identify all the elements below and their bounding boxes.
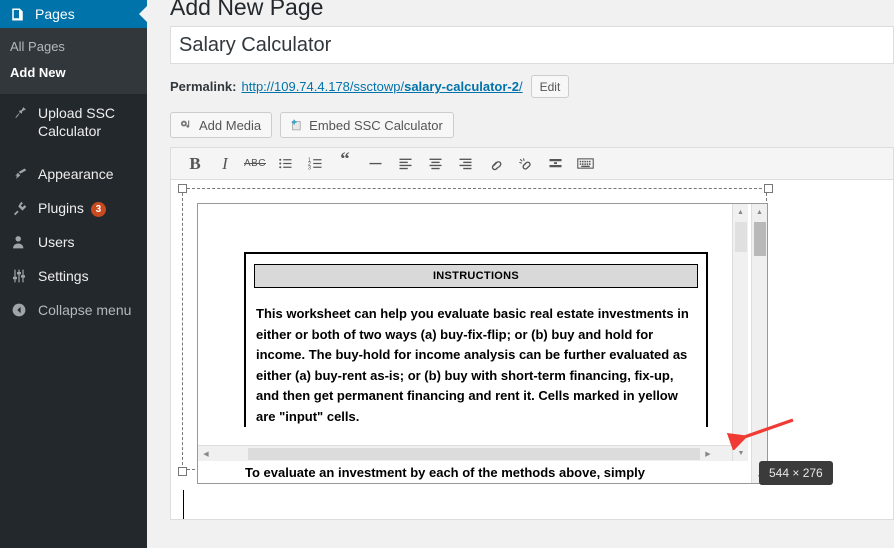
sidebar-item-upload-ssc-calculator[interactable]: Upload SSC Calculator [0, 94, 147, 148]
scroll-right-arrow-icon[interactable]: ▶ [700, 450, 716, 458]
annotation-arrow-icon [723, 416, 798, 450]
bold-icon[interactable]: B [180, 150, 210, 178]
sidebar-item-label: Appearance [38, 166, 114, 182]
sidebar-item-collapse-menu[interactable]: Collapse menu [0, 293, 147, 327]
svg-text:3: 3 [308, 166, 311, 172]
sidebar-item-label: Settings [38, 268, 89, 284]
instructions-box: INSTRUCTIONS This worksheet can help you… [244, 252, 708, 427]
resize-handle-top-right[interactable] [764, 184, 773, 193]
sidebar-item-label: Collapse menu [38, 302, 132, 318]
permalink-row: Permalink: http://109.74.4.178/ssctowp/s… [147, 64, 894, 98]
resize-handle-bottom-left[interactable] [178, 467, 187, 476]
resize-handle-top-left[interactable] [178, 184, 187, 193]
sidebar-item-label: Users [38, 234, 75, 250]
align-right-icon[interactable] [450, 150, 480, 178]
blockquote-icon[interactable]: “ [330, 150, 360, 178]
pin-icon [9, 105, 29, 122]
title-field-wrapper [147, 26, 894, 64]
remove-link-icon[interactable] [510, 150, 540, 178]
sidebar-item-pages[interactable]: Pages [0, 0, 147, 28]
permalink-slug: salary-calculator-2 [404, 79, 519, 94]
sliders-icon [9, 268, 29, 284]
embed-ssc-calculator-button[interactable]: Embed SSC Calculator [280, 112, 454, 138]
permalink-label: Permalink: [170, 79, 237, 94]
frame-scroll-up-arrow-icon[interactable]: ▲ [752, 204, 767, 220]
instructions-header: INSTRUCTIONS [254, 264, 698, 288]
collapse-arrow-icon [9, 302, 29, 318]
sidebar-item-appearance[interactable]: Appearance [0, 157, 147, 191]
editor-toolbar: B I ABC 123 “ [170, 147, 894, 180]
sidebar-item-settings[interactable]: Settings [0, 259, 147, 293]
embedded-document: INSTRUCTIONS This worksheet can help you… [198, 204, 732, 461]
admin-sidebar: Pages All Pages Add New Upload SSC Calcu… [0, 0, 147, 548]
media-buttons-row: Add Media Embed SSC Calculator [147, 98, 894, 138]
document-page: INSTRUCTIONS This worksheet can help you… [244, 252, 714, 427]
vertical-scroll-thumb[interactable] [735, 222, 747, 252]
sidebar-item-label: Upload SSC Calculator [38, 105, 116, 139]
sidebar-item-plugins[interactable]: Plugins 3 [0, 191, 147, 225]
paintbrush-icon [9, 166, 29, 183]
user-icon [9, 234, 29, 250]
editor-content-area[interactable]: INSTRUCTIONS This worksheet can help you… [170, 180, 894, 520]
sidebar-item-users[interactable]: Users [0, 225, 147, 259]
embed-plus-icon [289, 118, 303, 132]
text-caret [183, 490, 184, 519]
embed-ssc-calculator-label: Embed SSC Calculator [309, 117, 443, 133]
add-media-button[interactable]: Add Media [170, 112, 273, 138]
sidebar-item-label: Pages [35, 6, 75, 22]
size-indicator-badge: 544 × 276 [759, 461, 833, 485]
scroll-up-arrow-icon[interactable]: ▲ [733, 204, 748, 220]
embedded-calculator-frame[interactable]: INSTRUCTIONS This worksheet can help you… [197, 203, 768, 484]
pages-submenu: All Pages Add New [0, 28, 147, 94]
horizontal-line-icon[interactable] [360, 150, 390, 178]
permalink-trailing: / [519, 79, 523, 94]
menu-divider [0, 148, 147, 157]
edit-permalink-button[interactable]: Edit [530, 75, 570, 98]
page-title: Add New Page [170, 0, 324, 20]
insert-link-icon[interactable] [480, 150, 510, 178]
instructions-body: This worksheet can help you evaluate bas… [256, 306, 689, 424]
post-title-input[interactable] [170, 26, 894, 64]
sidebar-item-label: Plugins 3 [38, 199, 147, 217]
strikethrough-icon[interactable]: ABC [240, 150, 270, 178]
submenu-item-add-new[interactable]: Add New [0, 60, 147, 86]
plugins-update-badge: 3 [90, 202, 106, 217]
main-content-area: Add New Page Permalink: http://109.74.4.… [147, 0, 894, 548]
editor: B I ABC 123 “ INSTRUCTIONS This workshee… [170, 147, 894, 520]
italic-icon[interactable]: I [210, 150, 240, 178]
align-center-icon[interactable] [420, 150, 450, 178]
document-horizontal-scrollbar[interactable]: ◀ ▶ [198, 445, 732, 461]
numbered-list-icon[interactable]: 123 [300, 150, 330, 178]
permalink-base: http://109.74.4.178/ssctowp/ [241, 79, 405, 94]
plug-icon [9, 200, 29, 217]
add-media-label: Add Media [199, 117, 262, 133]
bullet-list-icon[interactable] [270, 150, 300, 178]
page-icon [10, 7, 25, 22]
align-left-icon[interactable] [390, 150, 420, 178]
document-tail-line: To evaluate an investment by each of the… [245, 465, 645, 480]
keyboard-shortcuts-icon[interactable] [570, 150, 600, 178]
permalink-link[interactable]: http://109.74.4.178/ssctowp/salary-calcu… [241, 79, 522, 94]
add-media-icon [179, 118, 193, 132]
frame-vertical-scroll-thumb[interactable] [754, 222, 766, 256]
submenu-item-all-pages[interactable]: All Pages [0, 34, 147, 60]
horizontal-scroll-thumb[interactable] [248, 447, 700, 460]
read-more-icon[interactable] [540, 150, 570, 178]
scroll-left-arrow-icon[interactable]: ◀ [198, 450, 214, 458]
